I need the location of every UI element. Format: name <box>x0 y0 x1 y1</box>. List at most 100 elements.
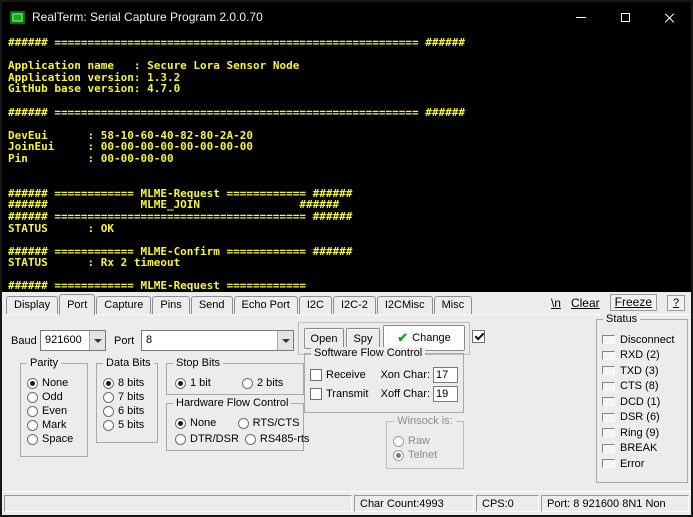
radio-icon <box>103 406 114 417</box>
help-button[interactable]: ? <box>667 295 685 311</box>
status-indicator-rxd[interactable]: RXD (2) <box>602 348 687 364</box>
option-label: 6 bits <box>118 405 144 417</box>
radio-icon <box>103 378 114 389</box>
led-box-icon <box>602 335 615 344</box>
parity-option-mark[interactable]: Mark <box>27 418 87 432</box>
parity-option-even[interactable]: Even <box>27 404 87 418</box>
tab-i2c[interactable]: I2C <box>299 296 332 314</box>
status-indicator-cts[interactable]: CTS (8) <box>602 379 687 395</box>
status-indicator-disconnect[interactable]: Disconnect <box>602 332 687 348</box>
window-controls <box>559 2 691 32</box>
xon-char-input[interactable] <box>433 367 458 383</box>
tab-i2cmisc[interactable]: I2CMisc <box>377 296 433 314</box>
checkbox-icon <box>310 388 322 400</box>
port-combo[interactable]: 8 <box>141 330 294 351</box>
receive-checkbox[interactable]: Receive <box>310 368 366 382</box>
option-label: 2 bits <box>257 377 283 389</box>
hardware-flow-group: Hardware Flow Control None RTS/CTS DTR/D… <box>166 403 304 451</box>
option-label: Odd <box>42 391 63 403</box>
tab-echo-port[interactable]: Echo Port <box>234 296 298 314</box>
titlebar[interactable]: RealTerm: Serial Capture Program 2.0.0.7… <box>2 2 691 32</box>
option-label: Mark <box>42 419 66 431</box>
transmit-checkbox[interactable]: Transmit <box>310 387 368 401</box>
parity-group-title: Parity <box>27 357 61 369</box>
chevron-down-icon[interactable] <box>277 331 293 350</box>
close-button[interactable] <box>647 2 691 32</box>
radio-icon <box>175 434 186 445</box>
hw-flow-option-none[interactable]: None <box>175 416 232 430</box>
status-indicator-ring[interactable]: Ring (9) <box>602 425 687 441</box>
led-box-icon <box>602 382 615 391</box>
spy-button[interactable]: Spy <box>346 328 380 349</box>
status-indicator-txd[interactable]: TXD (3) <box>602 363 687 379</box>
option-label: DTR/DSR <box>190 433 239 445</box>
status-indicator-dcd[interactable]: DCD (1) <box>602 394 687 410</box>
parity-option-space[interactable]: Space <box>27 432 87 446</box>
status-indicator-dsr[interactable]: DSR (6) <box>602 410 687 426</box>
xoff-char-input[interactable] <box>433 386 458 402</box>
maximize-button[interactable] <box>603 2 647 32</box>
stop-bits-option-1[interactable]: 1 bit <box>175 376 236 390</box>
change-confirm-checkbox[interactable] <box>472 330 485 343</box>
minimize-button[interactable] <box>559 2 603 32</box>
option-label: Receive <box>326 369 366 381</box>
status-label: RXD (2) <box>620 349 660 361</box>
data-bits-option-8[interactable]: 8 bits <box>103 376 157 390</box>
char-count-segment: Char Count:4993 <box>354 495 474 512</box>
option-label: Space <box>42 433 73 445</box>
parity-option-none[interactable]: None <box>27 376 87 390</box>
winsock-group: Winsock is: Raw Telnet <box>386 421 464 469</box>
tab-i2c-2[interactable]: I2C-2 <box>333 296 376 314</box>
status-bar-spacer <box>4 495 352 512</box>
tab-pins[interactable]: Pins <box>152 296 189 314</box>
status-label: TXD (3) <box>620 365 659 377</box>
winsock-group-title: Winsock is: <box>394 415 456 427</box>
parity-group: Parity None Odd Even Mark Space <box>20 363 88 457</box>
tab-port[interactable]: Port <box>59 294 95 315</box>
data-bits-option-7[interactable]: 7 bits <box>103 390 157 404</box>
data-bits-option-5[interactable]: 5 bits <box>103 418 157 432</box>
stop-bits-option-2[interactable]: 2 bits <box>242 376 303 390</box>
check-icon <box>397 330 408 346</box>
status-indicator-error[interactable]: Error <box>602 456 687 472</box>
chevron-down-icon[interactable] <box>89 331 105 350</box>
winsock-option-telnet[interactable]: Telnet <box>393 448 463 462</box>
software-flow-group: Software Flow Control Receive Xon Char: … <box>304 353 464 413</box>
baud-combo[interactable]: 921600 <box>40 330 106 351</box>
option-label: 7 bits <box>118 391 144 403</box>
port-tab-panel: Baud 921600 Port 8 Open Spy Change Parit… <box>2 315 691 491</box>
option-label: RS485-rts <box>260 433 310 445</box>
tab-send[interactable]: Send <box>191 296 233 314</box>
hw-flow-option-dtr-dsr[interactable]: DTR/DSR <box>175 432 239 446</box>
change-button-label: Change <box>412 332 451 344</box>
radio-icon <box>245 434 256 445</box>
parity-option-odd[interactable]: Odd <box>27 390 87 404</box>
hw-flow-option-rts-cts[interactable]: RTS/CTS <box>238 416 303 430</box>
terminal-text: ###### =================================… <box>8 37 691 292</box>
window-title: RealTerm: Serial Capture Program 2.0.0.7… <box>32 10 263 24</box>
xon-char-label: Xon Char: <box>380 369 430 381</box>
tab-capture[interactable]: Capture <box>96 296 151 314</box>
option-label: Raw <box>408 435 430 447</box>
terminal-output[interactable]: ###### =================================… <box>2 32 691 292</box>
clear-link[interactable]: Clear <box>571 296 600 310</box>
stop-bits-group: Stop Bits 1 bit 2 bits <box>166 363 304 395</box>
winsock-option-raw[interactable]: Raw <box>393 434 463 448</box>
status-bar: Char Count:4993 CPS:0 Port: 8 921600 8N1… <box>2 491 691 515</box>
tab-misc[interactable]: Misc <box>434 296 473 314</box>
radio-icon <box>103 392 114 403</box>
newline-link[interactable]: \n <box>551 296 561 310</box>
status-label: Disconnect <box>620 334 674 346</box>
port-label: Port <box>114 335 134 347</box>
option-label: RTS/CTS <box>253 417 300 429</box>
minimize-icon <box>576 17 586 18</box>
data-bits-option-6[interactable]: 6 bits <box>103 404 157 418</box>
tab-display[interactable]: Display <box>6 296 58 314</box>
data-bits-group: Data Bits 8 bits 7 bits 6 bits 5 bits <box>96 363 158 443</box>
led-box-icon <box>602 444 615 453</box>
open-button[interactable]: Open <box>304 328 344 349</box>
freeze-link[interactable]: Freeze <box>610 294 657 311</box>
hw-flow-option-rs485[interactable]: RS485-rts <box>245 432 310 446</box>
status-indicator-break[interactable]: BREAK <box>602 441 687 457</box>
xoff-char-label: Xoff Char: <box>381 388 430 400</box>
